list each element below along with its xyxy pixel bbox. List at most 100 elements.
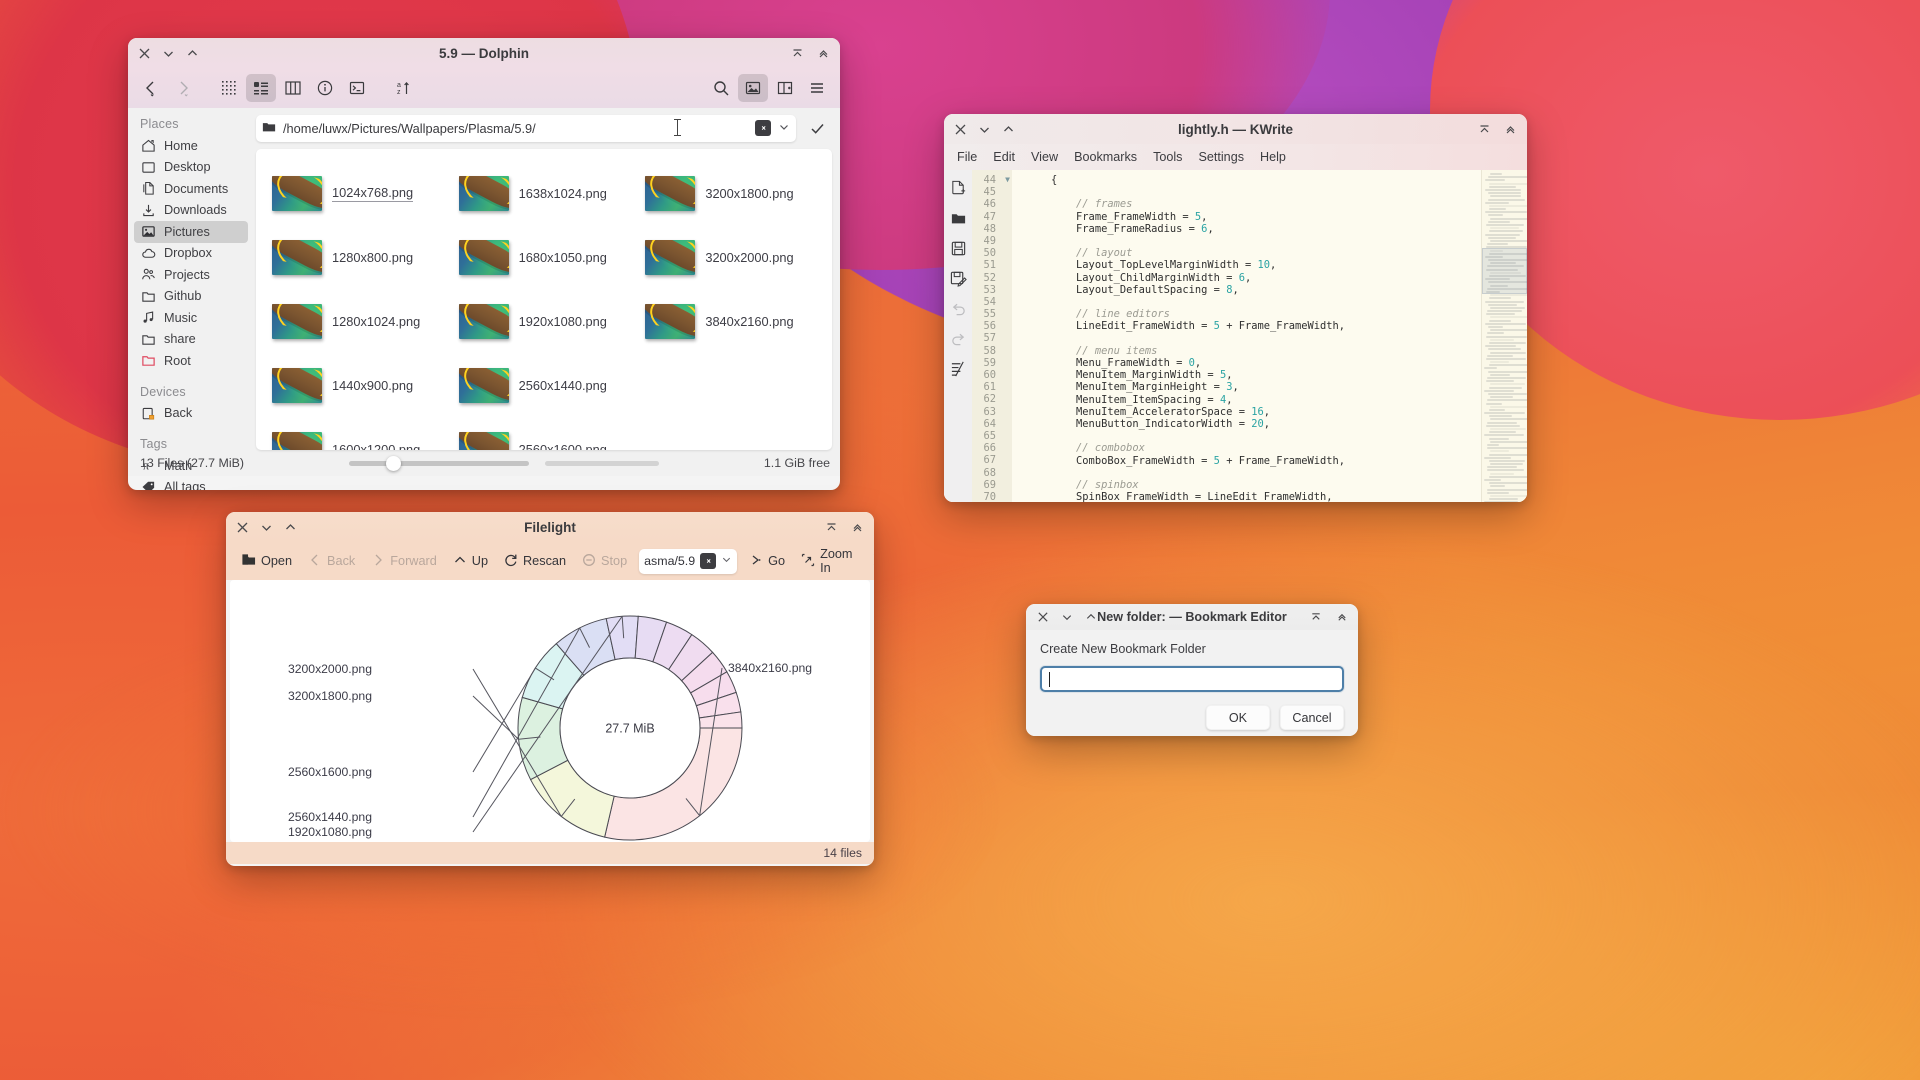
minimap-viewport[interactable] xyxy=(1482,248,1527,294)
close-icon[interactable] xyxy=(235,520,250,535)
menu-file[interactable]: File xyxy=(950,147,984,167)
sidebar-item-home[interactable]: Home xyxy=(134,135,248,157)
file-item[interactable]: 1680x1050.png xyxy=(453,225,636,289)
icons-view-icon[interactable] xyxy=(214,74,244,102)
shade-icon[interactable] xyxy=(1503,122,1518,137)
clear-location-icon[interactable] xyxy=(755,120,771,136)
sidebar-item-dropbox[interactable]: Dropbox xyxy=(134,243,248,265)
menu-help[interactable]: Help xyxy=(1253,147,1293,167)
details-view-icon[interactable] xyxy=(278,74,308,102)
zoom-slider-handle[interactable] xyxy=(386,455,402,471)
file-item[interactable]: 1920x1080.png xyxy=(453,289,636,353)
filelight-chart-canvas[interactable]: 27.7 MiB 3200x2000.png 3200x1800.png 2560x… xyxy=(230,580,870,842)
forward-icon[interactable] xyxy=(168,74,198,102)
undo-icon[interactable] xyxy=(950,300,967,317)
places-panel[interactable]: Places Home Desktop Documents Downloads … xyxy=(128,108,254,490)
file-item[interactable]: 1024x768.png xyxy=(266,161,449,225)
chevron-down-icon[interactable] xyxy=(721,554,732,568)
dolphin-titlebar[interactable]: 5.9 — Dolphin xyxy=(128,38,840,68)
ok-button[interactable]: OK xyxy=(1206,705,1270,730)
sidebar-item-projects[interactable]: Projects xyxy=(134,264,248,286)
menu-view[interactable]: View xyxy=(1024,147,1065,167)
file-item[interactable]: 2560x1440.png xyxy=(453,353,636,417)
sidebar-item-share[interactable]: share xyxy=(134,329,248,351)
toolbar-overflow-button[interactable] xyxy=(862,548,874,574)
sidebar-item-root[interactable]: Root xyxy=(134,350,248,372)
filelight-window[interactable]: Filelight Open Back Forward Up Rescan St… xyxy=(226,512,874,866)
minimize-icon[interactable] xyxy=(1059,610,1074,625)
close-icon[interactable] xyxy=(953,122,968,137)
minimize-icon[interactable] xyxy=(259,520,274,535)
minimize-icon[interactable] xyxy=(161,46,176,61)
shade-icon[interactable] xyxy=(850,520,865,535)
maximize-icon[interactable] xyxy=(1083,610,1098,625)
sidebar-item-downloads[interactable]: Downloads xyxy=(134,200,248,222)
zoom-slider-track[interactable] xyxy=(348,455,659,471)
shade-icon[interactable] xyxy=(1334,610,1349,625)
information-icon[interactable] xyxy=(310,74,340,102)
file-list-pane[interactable]: 1024x768.png 1638x1024.png 3200x1800.png… xyxy=(256,149,832,450)
kwrite-editor[interactable]: 44 ▼ 45 46 47 48 49 50 51 52 53 54 55 56 57 58 59 60 61 62 6… xyxy=(972,170,1527,502)
go-button[interactable]: Go xyxy=(742,549,792,574)
file-item[interactable]: 1600x1200.png xyxy=(266,417,449,450)
kwrite-window[interactable]: lightly.h — KWrite File Edit View Bookma… xyxy=(944,114,1527,502)
kwrite-menubar[interactable]: File Edit View Bookmarks Tools Settings … xyxy=(944,144,1527,170)
cancel-button[interactable]: Cancel xyxy=(1280,705,1344,730)
back-button[interactable]: Back xyxy=(301,549,362,574)
file-item[interactable]: 3200x2000.png xyxy=(639,225,822,289)
search-icon[interactable] xyxy=(706,74,736,102)
filelight-titlebar[interactable]: Filelight xyxy=(226,512,874,542)
keep-above-icon[interactable] xyxy=(790,46,805,61)
sidebar-item-github[interactable]: Github xyxy=(134,286,248,308)
file-item[interactable]: 1440x900.png xyxy=(266,353,449,417)
location-bar[interactable]: /home/luwx/Pictures/Wallpapers/Plasma/5.… xyxy=(256,114,796,142)
stop-button[interactable]: Stop xyxy=(575,549,634,574)
file-item[interactable]: 3840x2160.png xyxy=(639,289,822,353)
menu-settings[interactable]: Settings xyxy=(1191,147,1251,167)
kwrite-titlebar[interactable]: lightly.h — KWrite xyxy=(944,114,1527,144)
dolphin-toolbar[interactable]: az xyxy=(128,68,840,108)
rescan-button[interactable]: Rescan xyxy=(497,549,573,574)
location-combobox[interactable]: asma/5.9 xyxy=(639,548,738,574)
up-button[interactable]: Up xyxy=(446,549,495,574)
open-folder-icon[interactable] xyxy=(950,210,967,227)
keep-above-icon[interactable] xyxy=(824,520,839,535)
save-icon[interactable] xyxy=(950,240,967,257)
file-item[interactable]: 1280x1024.png xyxy=(266,289,449,353)
places-list[interactable]: Home Desktop Documents Downloads Picture… xyxy=(128,135,254,372)
kwrite-minimap[interactable] xyxy=(1481,170,1527,502)
save-as-icon[interactable] xyxy=(950,270,967,287)
split-view-icon[interactable] xyxy=(770,74,800,102)
format-icon[interactable] xyxy=(950,360,967,377)
filelight-toolbar[interactable]: Open Back Forward Up Rescan Stop asma/5.… xyxy=(226,542,874,580)
maximize-icon[interactable] xyxy=(283,520,298,535)
preview-icon[interactable] xyxy=(738,74,768,102)
zoom-in-button[interactable]: Zoom In xyxy=(794,543,859,579)
sidebar-item-documents[interactable]: Documents xyxy=(134,178,248,200)
filelight-radial-map[interactable]: 27.7 MiB xyxy=(230,580,870,842)
devices-list[interactable]: Back xyxy=(128,403,254,425)
compact-view-icon[interactable] xyxy=(246,74,276,102)
sidebar-item-music[interactable]: Music xyxy=(134,307,248,329)
keep-above-icon[interactable] xyxy=(1477,122,1492,137)
zoom-slider[interactable] xyxy=(254,455,754,471)
file-item[interactable]: 1280x800.png xyxy=(266,225,449,289)
fold-arrow-icon[interactable]: ▼ xyxy=(1005,174,1010,186)
terminal-icon[interactable] xyxy=(342,74,372,102)
confirm-location-icon[interactable] xyxy=(802,114,832,142)
menu-bookmarks[interactable]: Bookmarks xyxy=(1067,147,1144,167)
redo-icon[interactable] xyxy=(950,330,967,347)
location-text[interactable]: asma/5.9 xyxy=(644,554,695,568)
maximize-icon[interactable] xyxy=(185,46,200,61)
kwrite-sidebar[interactable] xyxy=(944,170,972,502)
file-item[interactable]: 3200x1800.png xyxy=(639,161,822,225)
menu-tools[interactable]: Tools xyxy=(1146,147,1189,167)
clear-location-icon[interactable] xyxy=(700,553,717,569)
open-button[interactable]: Open xyxy=(234,548,299,574)
bookmark-editor-dialog[interactable]: New folder: — Bookmark Editor Create New… xyxy=(1026,604,1358,736)
back-icon[interactable] xyxy=(136,74,166,102)
new-document-icon[interactable] xyxy=(950,180,967,197)
minimize-icon[interactable] xyxy=(977,122,992,137)
maximize-icon[interactable] xyxy=(1001,122,1016,137)
sidebar-item-pictures[interactable]: Pictures xyxy=(134,221,248,243)
